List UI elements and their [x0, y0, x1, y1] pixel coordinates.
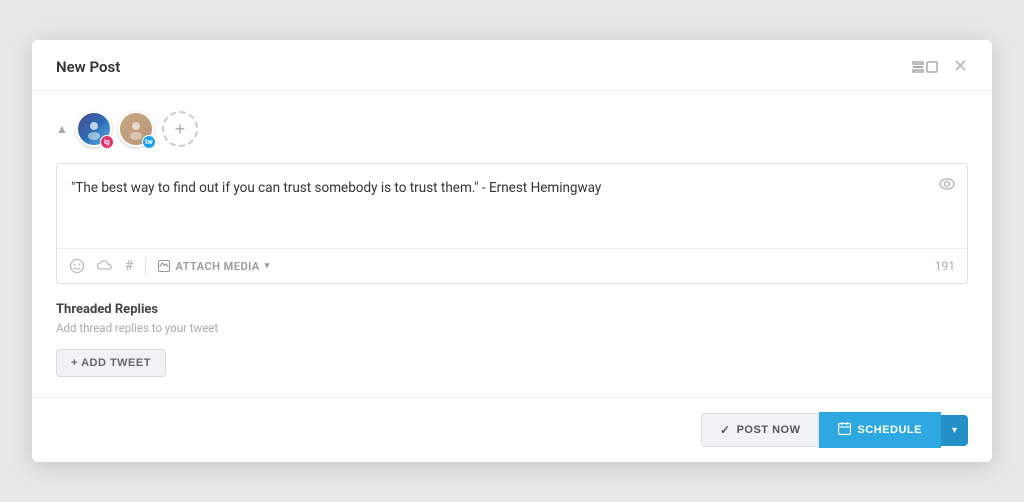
dropdown-arrow-icon: ▾ — [952, 425, 957, 436]
toolbar-separator — [145, 257, 146, 275]
schedule-button[interactable]: SCHEDULE — [819, 412, 941, 448]
new-post-modal: New Post ✕ ▲ — [32, 40, 992, 462]
calendar-icon — [838, 422, 851, 438]
attach-media-button[interactable]: ATTACH MEDIA ▾ — [158, 260, 269, 273]
threaded-replies-title: Threaded Replies — [56, 302, 968, 317]
preview-icon[interactable] — [939, 176, 955, 196]
attach-dropdown-arrow: ▾ — [265, 261, 270, 271]
compose-textarea[interactable] — [57, 164, 967, 244]
schedule-dropdown-button[interactable]: ▾ — [941, 415, 968, 446]
header-actions: ✕ — [911, 58, 968, 76]
modal-header: New Post ✕ — [32, 40, 992, 91]
hashtag-icon[interactable]: # — [125, 258, 133, 274]
checkmark-icon: ✓ — [720, 423, 731, 437]
add-tweet-button[interactable]: + ADD TWEET — [56, 349, 166, 377]
add-account-button[interactable]: + — [162, 111, 198, 147]
modal-title: New Post — [56, 58, 120, 76]
emoji-icon[interactable] — [69, 258, 85, 274]
modal-footer: ✓ POST NOW SCHEDULE ▾ — [32, 397, 992, 462]
cloud-icon[interactable] — [97, 258, 113, 274]
accounts-row: ▲ ig t — [56, 111, 968, 147]
account-avatar-1[interactable]: ig — [76, 111, 112, 147]
threaded-replies-subtitle: Add thread replies to your tweet — [56, 321, 968, 335]
accounts-chevron[interactable]: ▲ — [56, 122, 68, 136]
compose-toolbar: # ATTACH MEDIA ▾ 191 — [57, 248, 967, 283]
modal-body: ▲ ig t — [32, 91, 992, 397]
instagram-badge: ig — [100, 135, 114, 149]
minimize-button[interactable] — [911, 60, 939, 74]
threaded-replies-section: Threaded Replies Add thread replies to y… — [56, 284, 968, 397]
twitter-badge: tw — [142, 135, 156, 149]
char-count: 191 — [935, 259, 955, 273]
account-avatar-2[interactable]: tw — [118, 111, 154, 147]
close-button[interactable]: ✕ — [953, 58, 968, 76]
post-now-button[interactable]: ✓ POST NOW — [701, 413, 819, 447]
compose-area: # ATTACH MEDIA ▾ 191 — [56, 163, 968, 284]
